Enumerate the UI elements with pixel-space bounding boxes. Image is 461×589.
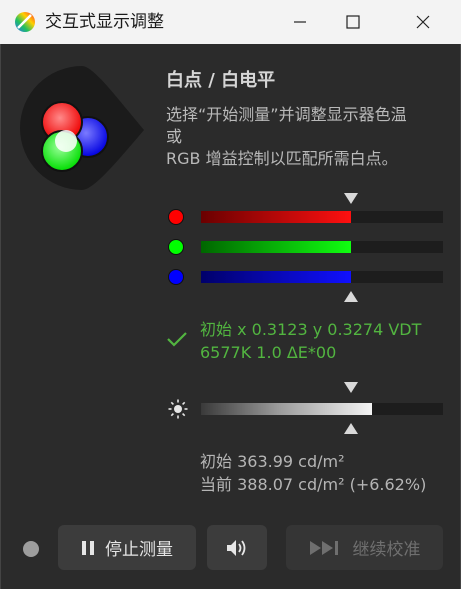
close-button[interactable] [400,0,446,44]
red-channel-dot [168,209,184,225]
green-gain-bar[interactable] [201,241,443,253]
sound-toggle-button[interactable] [207,525,267,570]
brightness-icon [168,399,188,419]
blue-gain-fill [201,271,351,283]
luminance-initial: 初始 363.99 cd/m² [200,452,345,471]
green-gain-fill [201,241,351,253]
status-line-2: 6577K 1.0 ΔE*00 [200,343,337,362]
measurement-indicator [23,541,39,557]
speaker-icon [227,539,246,556]
section-title: 白点 / 白电平 [166,70,276,91]
window-title: 交互式显示调整 [45,12,164,32]
maximize-icon [346,15,360,29]
red-gain-bar[interactable] [201,211,443,223]
luminance-fill [201,403,372,415]
luminance-readout: 初始 363.99 cd/m² 当前 388.07 cd/m² (+6.62%) [200,450,426,496]
close-icon [416,15,430,29]
status-line-1: 初始 x 0.3123 y 0.3274 VDT [200,320,422,339]
green-channel-dot [168,239,184,255]
checkmark-icon [167,332,187,347]
luminance-bar[interactable] [201,403,443,415]
luminance-target-marker-top [344,382,358,393]
instructions-line-3: RGB 增益控制以匹配所需白点。 [166,149,398,168]
blue-gain-bar[interactable] [201,271,443,283]
continue-calibration-label: 继续校准 [352,540,421,560]
luminance-target-marker-bottom [344,423,358,434]
app-logo-icon [15,12,35,32]
instructions-line-2: 或 [166,127,183,146]
pause-icon [81,540,95,556]
stop-measurement-button[interactable]: 停止测量 [58,525,196,570]
rgb-target-marker-bottom [344,291,358,302]
rgb-whitepoint-logo-icon [20,66,144,190]
instructions: 选择“开始测量”并调整显示器色温 或 RGB 增益控制以匹配所需白点。 [166,104,456,170]
luminance-current: 当前 388.07 cd/m² (+6.62%) [200,475,427,494]
measurement-status: 初始 x 0.3123 y 0.3274 VDT 6577K 1.0 ΔE*00 [200,318,421,364]
main-panel: 白点 / 白电平 选择“开始测量”并调整显示器色温 或 RGB 增益控制以匹配所… [0,44,461,589]
minimize-icon [294,21,306,23]
rgb-target-marker-top [344,193,358,204]
minimize-button[interactable] [277,0,323,44]
instructions-line-1: 选择“开始测量”并调整显示器色温 [166,105,407,124]
red-gain-fill [201,211,351,223]
continue-calibration-button[interactable]: 继续校准 [286,525,443,570]
title-bar: 交互式显示调整 [0,0,461,44]
stop-measurement-label: 停止测量 [105,540,173,560]
blue-channel-dot [168,269,184,285]
maximize-button[interactable] [330,0,376,44]
skip-forward-icon [309,540,343,556]
